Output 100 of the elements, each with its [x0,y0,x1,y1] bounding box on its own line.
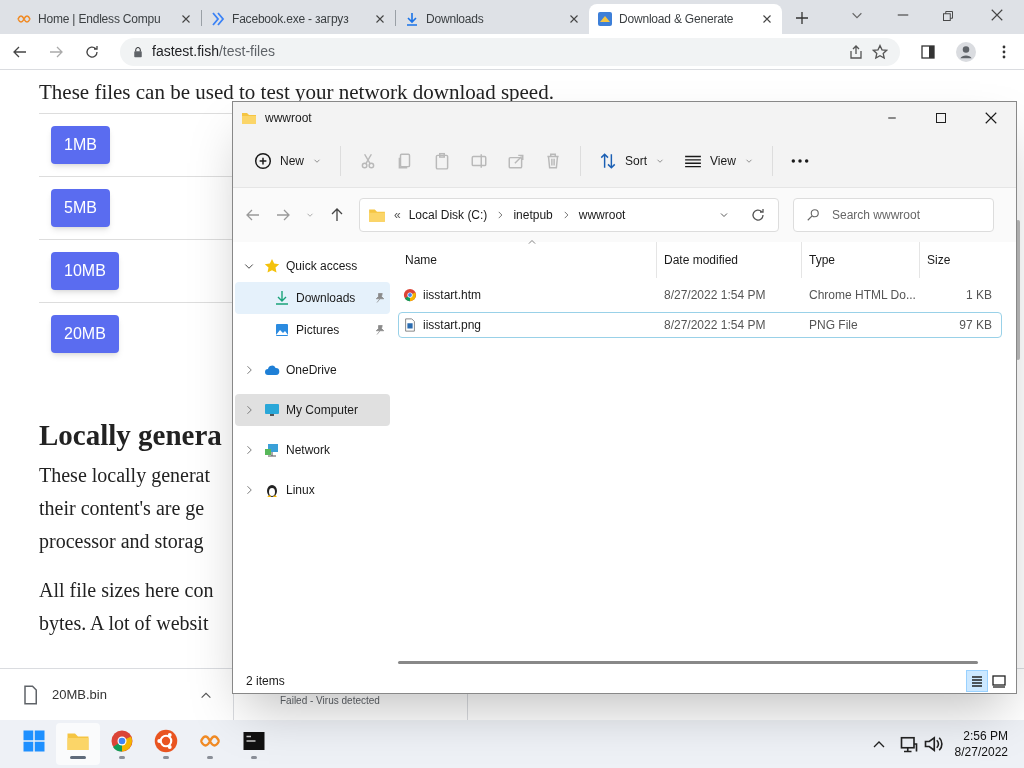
download-button[interactable]: 1MB [51,126,110,164]
star-icon [264,258,280,274]
folder-icon [368,206,386,224]
tree-item[interactable]: Pictures [235,314,390,346]
chrome-icon [110,729,134,753]
breadcrumb-item[interactable]: inetpub [513,206,553,224]
picture-icon [274,322,290,338]
paragraph-line: bytes. A lot of websit [39,611,209,637]
side-panel-icon[interactable] [920,43,936,60]
browser-tab[interactable]: Download & Generate [589,4,782,34]
url-text: fastest.fish/test-files [152,42,275,61]
clipboard-icon [433,151,451,170]
ubuntu-icon [154,729,178,753]
more-icon [790,158,809,163]
column-header[interactable]: Size [919,242,994,278]
table-cell-text: 97 KB [958,317,993,334]
details-view-icon [969,673,985,689]
network-icon [264,442,280,458]
bookmark-star-icon[interactable] [872,43,888,60]
lock-icon [132,45,144,58]
download-icon [274,290,290,306]
restore-icon[interactable] [942,10,954,22]
tree-item[interactable]: My Computer [235,394,390,426]
window-title: wwwroot [265,110,313,127]
rename-icon [470,151,488,170]
volume-icon[interactable] [922,734,943,754]
column-header[interactable]: Date modified [656,242,801,278]
download-status: Failed - Virus detected [280,694,380,708]
close-icon[interactable] [990,8,1004,22]
table-cell-text: 1 KB [965,287,993,304]
download-icon [404,11,420,27]
file-name: iisstart.png [423,317,482,334]
penguin-icon [264,482,280,498]
address-field[interactable]: « Local Disk (C:) inetpub wwwroot [359,198,779,232]
intro-text: These files can be used to test your network download speed. [39,79,554,106]
file-name: iisstart.htm [423,287,481,304]
toolbar-button[interactable]: View [675,142,763,179]
section-heading: Locally genera [39,418,222,453]
trash-icon [544,151,562,170]
browser-tab[interactable]: Downloads [396,4,589,34]
chrome-icon [403,288,417,302]
table-cell-text: 8/27/2022 1:54 PM [663,317,767,334]
up-icon[interactable] [329,207,345,223]
forward-icon[interactable] [275,207,291,223]
download-filename[interactable]: 20MB.bin [52,684,187,705]
search-box[interactable]: Search wwwroot [793,198,994,232]
start-icon [22,729,46,753]
tiles-view-icon [991,673,1007,689]
download-button[interactable]: 20MB [51,315,119,353]
refresh-icon[interactable] [750,207,766,223]
table-cell-text: Chrome HTML Do... [808,287,917,304]
profile-icon[interactable] [956,41,976,62]
monitor-icon [264,402,280,418]
clock-time[interactable]: 2:56 PM [963,728,1008,744]
status-text: 2 items [246,673,286,690]
close-icon[interactable] [984,111,998,125]
terminal-icon [242,729,266,753]
image-file-icon [403,318,417,332]
paragraph-line: processor and storag [39,529,204,555]
toolbar-button[interactable]: New [245,142,331,179]
sort-icon [599,151,617,170]
network-icon[interactable] [898,734,919,754]
breadcrumb-item[interactable]: Local Disk (C:) [408,206,488,224]
address-bar[interactable]: fastest.fish/test-files [120,37,900,66]
view-toggle-button[interactable] [966,670,988,692]
reload-icon[interactable] [84,43,100,60]
file-row[interactable]: iisstart.png 8/27/2022 1:54 PM PNG File 97 KB [398,312,1002,338]
paragraph-line: All file sizes here con [39,578,214,603]
tree-item[interactable]: Linux [235,474,390,506]
search-icon [806,208,820,222]
folder-icon [241,110,257,126]
pin-icon [374,324,386,336]
breadcrumb-item[interactable]: wwwroot [578,206,626,224]
new-tab-icon[interactable] [794,10,810,26]
column-header[interactable]: Type [801,242,919,278]
overflow-chevron[interactable]: « [394,206,401,224]
double-chevron-icon [210,11,226,27]
pin-icon [374,292,386,304]
browser-tab[interactable]: Facebook.exe - загруз [202,4,395,34]
file-row[interactable]: iisstart.htm 8/27/2022 1:54 PM Chrome HTML Do... 1 KB [398,282,1002,308]
tree-item[interactable]: Network [235,434,390,466]
tree-item[interactable]: OneDrive [235,354,390,386]
browser-tab[interactable]: Home | Endless Compu [8,4,201,34]
table-cell-text: PNG File [808,317,859,334]
tree-item[interactable]: Downloads [235,282,390,314]
tree-item[interactable]: Quick access [235,250,390,282]
paragraph-line: These locally generat [39,463,211,489]
add-icon [254,151,272,170]
scissors-icon [359,151,377,170]
horizontal-scrollbar[interactable] [398,660,978,664]
paragraph-line: their content's are ge [39,496,205,522]
download-button[interactable]: 10MB [51,252,119,290]
clock-date[interactable]: 8/27/2022 [954,744,1008,760]
toolbar-button[interactable]: Sort [590,142,675,179]
search-field[interactable]: Search wwwroot [832,206,981,224]
share-icon[interactable] [848,43,864,60]
download-button[interactable]: 5MB [51,189,110,227]
column-header[interactable]: Name [398,242,656,278]
table-cell-text: 8/27/2022 1:54 PM [663,287,767,304]
maximize-icon[interactable] [935,112,947,124]
